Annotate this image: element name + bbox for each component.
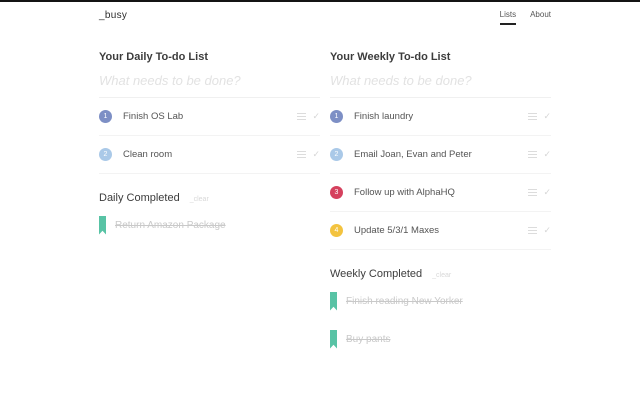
todo-row[interactable]: 2 Clean room ✓ [99, 136, 320, 174]
todo-row[interactable]: 3 Follow up with AlphaHQ ✓ [330, 174, 551, 212]
check-icon[interactable]: ✓ [312, 112, 320, 121]
completed-ribbon-icon [330, 329, 337, 349]
completed-list: Finish reading New Yorker Buy pants [330, 282, 551, 358]
completed-ribbon-icon [330, 291, 337, 311]
check-icon[interactable]: ✓ [543, 112, 551, 121]
top-nav: Lists About [499, 10, 551, 25]
todo-label: Finish laundry [354, 111, 414, 122]
todo-columns: Your Daily To-do List 1 Finish OS Lab ✓ … [99, 34, 551, 358]
clear-completed-button[interactable]: _clear [432, 272, 451, 279]
todo-number-badge: 1 [330, 110, 343, 123]
completed-list: Return Amazon Package [99, 206, 320, 244]
nav-item-lists[interactable]: Lists [499, 10, 517, 25]
todo-label: Follow up with AlphaHQ [354, 187, 455, 198]
todo-label: Clean room [123, 149, 173, 160]
edit-menu-icon[interactable] [528, 189, 538, 196]
todo-column: Your Weekly To-do List 1 Finish laundry … [330, 34, 551, 358]
completed-title: Weekly Completed [330, 268, 423, 280]
edit-menu-icon[interactable] [528, 227, 538, 234]
todo-row[interactable]: 1 Finish laundry ✓ [330, 98, 551, 136]
new-todo-input[interactable] [99, 63, 320, 98]
todo-label: Finish OS Lab [123, 111, 184, 122]
completed-label: Buy pants [346, 333, 391, 345]
check-icon[interactable]: ✓ [543, 226, 551, 235]
completed-header: Weekly Completed _clear [330, 268, 551, 282]
todo-label: Update 5/3/1 Maxes [354, 225, 440, 236]
completed-row[interactable]: Return Amazon Package [99, 206, 320, 244]
todo-column: Your Daily To-do List 1 Finish OS Lab ✓ … [99, 34, 320, 244]
edit-menu-icon[interactable] [297, 113, 307, 120]
todo-row[interactable]: 2 Email Joan, Evan and Peter ✓ [330, 136, 551, 174]
page-container: _busy Lists About Your Daily To-do List … [99, 2, 551, 358]
todo-number-badge: 2 [330, 148, 343, 161]
completed-row[interactable]: Buy pants [330, 320, 551, 358]
todo-row-actions: ✓ [528, 226, 551, 235]
edit-menu-icon[interactable] [528, 113, 538, 120]
column-title: Your Daily To-do List [99, 51, 208, 63]
todo-number-badge: 2 [99, 148, 112, 161]
todo-number-badge: 4 [330, 224, 343, 237]
todo-list: 1 Finish OS Lab ✓ 2 Clean room ✓ [99, 98, 320, 174]
completed-header: Daily Completed _clear [99, 192, 320, 206]
edit-menu-icon[interactable] [297, 151, 307, 158]
clear-completed-button[interactable]: _clear [190, 196, 209, 203]
app-logo[interactable]: _busy [99, 10, 127, 21]
todo-row[interactable]: 1 Finish OS Lab ✓ [99, 98, 320, 136]
check-icon[interactable]: ✓ [543, 150, 551, 159]
todo-row[interactable]: 4 Update 5/3/1 Maxes ✓ [330, 212, 551, 250]
new-todo-input[interactable] [330, 63, 551, 98]
check-icon[interactable]: ✓ [543, 188, 551, 197]
check-icon[interactable]: ✓ [312, 150, 320, 159]
edit-menu-icon[interactable] [528, 151, 538, 158]
todo-row-actions: ✓ [528, 188, 551, 197]
todo-number-badge: 1 [99, 110, 112, 123]
todo-number-badge: 3 [330, 186, 343, 199]
completed-ribbon-icon [99, 215, 106, 235]
top-header: _busy Lists About [99, 10, 551, 34]
todo-row-actions: ✓ [528, 112, 551, 121]
todo-row-actions: ✓ [528, 150, 551, 159]
completed-label: Return Amazon Package [115, 219, 226, 231]
nav-item-about[interactable]: About [530, 10, 551, 25]
todo-list: 1 Finish laundry ✓ 2 Email Joan, Evan an… [330, 98, 551, 250]
todo-label: Email Joan, Evan and Peter [354, 149, 472, 160]
completed-title: Daily Completed [99, 192, 180, 204]
todo-row-actions: ✓ [297, 112, 320, 121]
column-title: Your Weekly To-do List [330, 51, 451, 63]
completed-row[interactable]: Finish reading New Yorker [330, 282, 551, 320]
completed-label: Finish reading New Yorker [346, 295, 463, 307]
todo-row-actions: ✓ [297, 150, 320, 159]
